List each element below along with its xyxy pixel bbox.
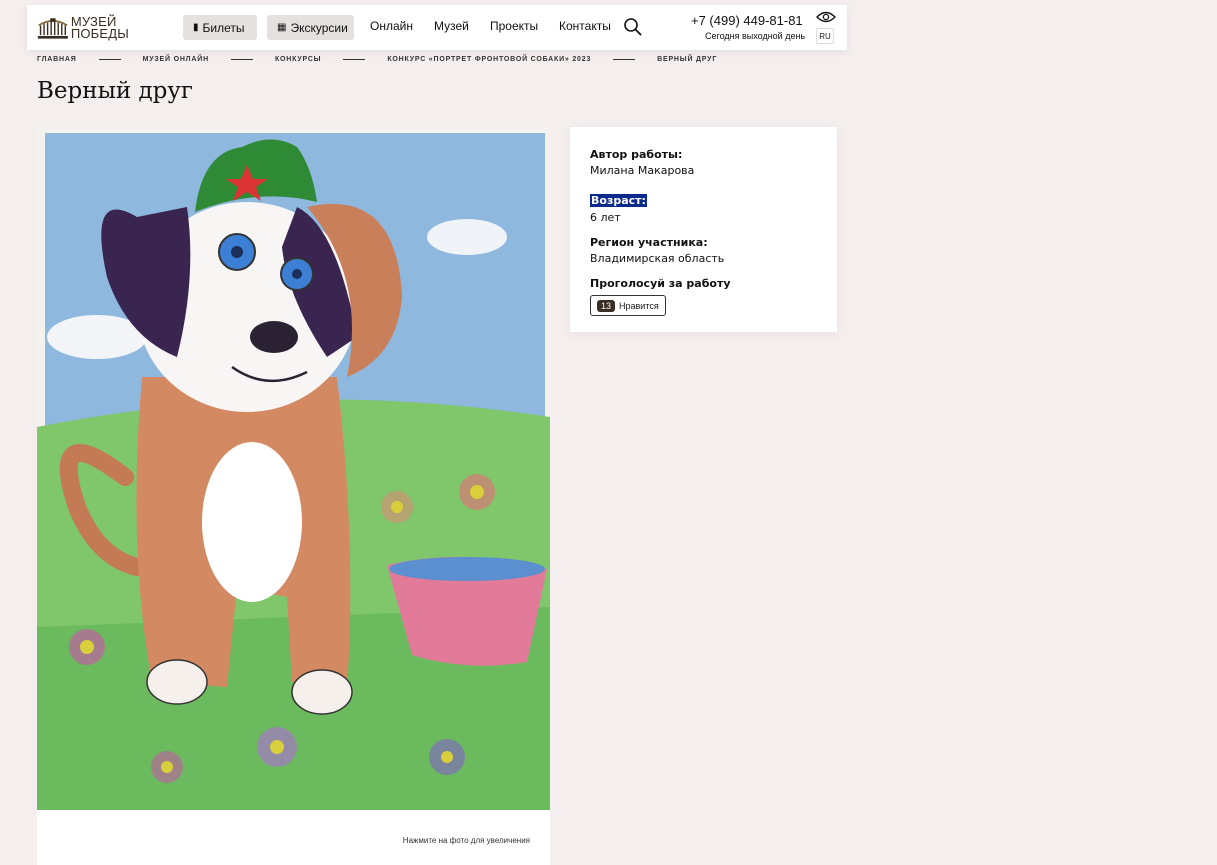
region-label: Регион участника:: [590, 236, 708, 249]
museum-logo[interactable]: МУЗЕЙ ПОБЕДЫ: [37, 13, 129, 43]
nav-online[interactable]: Онлайн: [370, 19, 413, 33]
author-label: Автор работы:: [590, 148, 683, 161]
dog-drawing-image[interactable]: [37, 127, 550, 810]
phone-number[interactable]: +7 (499) 449-81-81: [691, 13, 803, 28]
breadcrumb-contest[interactable]: КОНКУРС «ПОРТРЕТ ФРОНТОВОЙ СОБАКИ» 2023: [387, 56, 591, 63]
breadcrumb-separator: [343, 59, 366, 60]
like-count: 13: [597, 299, 616, 312]
zoom-hint: Нажмите на фото для увеличения: [402, 836, 530, 845]
author-value: Милана Макарова: [590, 164, 695, 177]
breadcrumb-separator: [613, 59, 636, 60]
language-switcher[interactable]: RU: [816, 28, 834, 44]
people-icon: ▦: [277, 22, 287, 33]
museum-building-icon: [37, 18, 68, 39]
breadcrumb-museum-online[interactable]: МУЗЕЙ ОНЛАЙН: [143, 56, 209, 63]
breadcrumb: ГЛАВНАЯ МУЗЕЙ ОНЛАЙН КОНКУРСЫ КОНКУРС «П…: [37, 56, 717, 63]
excursions-button[interactable]: ▦ Экскурсии: [267, 15, 354, 40]
breadcrumb-home[interactable]: ГЛАВНАЯ: [37, 56, 77, 63]
nav-projects[interactable]: Проекты: [490, 19, 538, 33]
excursions-label: Экскурсии: [290, 20, 348, 35]
vote-label: Проголосуй за работу: [590, 277, 731, 290]
age-label: Возраст:: [590, 194, 647, 207]
age-value: 6 лет: [590, 211, 621, 224]
logo-text: МУЗЕЙ ПОБЕДЫ: [70, 15, 129, 41]
nav-contacts[interactable]: Контакты: [559, 19, 611, 33]
region-value: Владимирская область: [590, 252, 725, 265]
artwork-card: Нажмите на фото для увеличения: [37, 127, 550, 865]
breadcrumb-contests[interactable]: КОНКУРСЫ: [275, 56, 321, 63]
tickets-label: Билеты: [202, 20, 245, 35]
breadcrumb-separator: [98, 59, 121, 60]
breadcrumb-separator: [230, 59, 253, 60]
accessibility-eye-icon[interactable]: [816, 10, 836, 24]
nav-museum[interactable]: Музей: [434, 19, 469, 33]
like-button[interactable]: 13 Нравится: [590, 295, 666, 316]
artwork-info-card: Автор работы: Милана Макарова Возраст: 6…: [570, 127, 837, 332]
ticket-icon: ▮: [193, 22, 199, 33]
page-title: Верный друг: [37, 78, 193, 104]
opening-status: Сегодня выходной день: [705, 31, 806, 41]
search-icon[interactable]: [623, 17, 643, 37]
logo-line-2: ПОБЕДЫ: [70, 26, 129, 41]
site-header: МУЗЕЙ ПОБЕДЫ ▮ Билеты ▦ Экскурсии Онлайн…: [27, 5, 847, 50]
like-label: Нравится: [619, 300, 659, 311]
breadcrumb-current: ВЕРНЫЙ ДРУГ: [657, 56, 718, 63]
tickets-button[interactable]: ▮ Билеты: [183, 15, 257, 40]
